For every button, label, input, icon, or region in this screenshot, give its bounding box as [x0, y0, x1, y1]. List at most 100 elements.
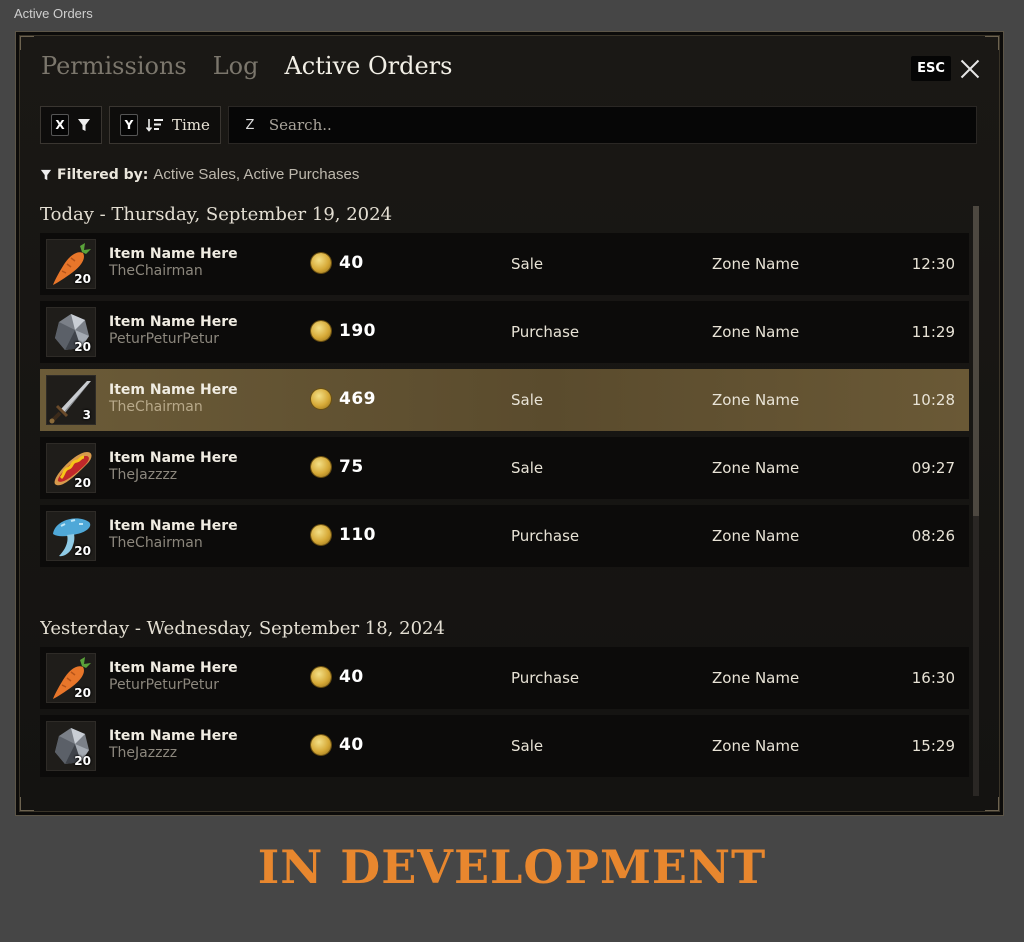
tab-bar: Permissions Log Active Orders	[41, 52, 452, 80]
sort-label: Time	[172, 116, 210, 134]
filter-key-hint: X	[51, 114, 69, 136]
order-time: 11:29	[911, 323, 955, 341]
seller-name: TheChairman	[109, 399, 203, 415]
esc-key-hint: ESC	[911, 56, 951, 81]
order-type: Purchase	[511, 527, 580, 545]
filter-icon	[78, 119, 90, 131]
zone-name: Zone Name	[712, 527, 800, 545]
zone-name: Zone Name	[712, 391, 800, 409]
item-thumbnail: 20	[46, 721, 96, 771]
orders-list: Today - Thursday, September 19, 2024 20 …	[40, 197, 969, 797]
zone-name: Zone Name	[712, 255, 800, 273]
order-type: Purchase	[511, 669, 580, 687]
tab-log[interactable]: Log	[213, 52, 259, 80]
sort-icon	[146, 119, 163, 132]
search-input[interactable]	[268, 116, 964, 134]
zone-name: Zone Name	[712, 459, 800, 477]
item-info: Item Name Here TheChairman	[109, 381, 238, 416]
order-row[interactable]: 20 Item Name Here PeturPeturPetur 40 Pur…	[40, 647, 969, 709]
item-thumbnail: 20	[46, 307, 96, 357]
item-thumbnail: 20	[46, 239, 96, 289]
price: 40	[311, 253, 364, 273]
item-name: Item Name Here	[109, 314, 238, 330]
item-thumbnail: 20	[46, 511, 96, 561]
active-orders-panel: Permissions Log Active Orders ESC X Y Ti…	[15, 31, 1004, 816]
seller-name: TheJazzzz	[109, 745, 178, 761]
price: 40	[311, 667, 364, 687]
order-row[interactable]: 20 Item Name Here TheJazzzz 40 Sale Zone…	[40, 715, 969, 777]
order-time: 16:30	[911, 669, 955, 687]
gold-coin-icon	[311, 525, 331, 545]
item-quantity: 20	[74, 754, 91, 768]
order-row[interactable]: 20 Item Name Here PeturPeturPetur 190 Pu…	[40, 301, 969, 363]
item-info: Item Name Here TheJazzzz	[109, 727, 238, 762]
price-value: 110	[339, 525, 376, 545]
sort-button[interactable]: Y Time	[109, 106, 221, 144]
search-box: Z	[227, 106, 977, 144]
item-thumbnail: 3	[46, 375, 96, 425]
zone-name: Zone Name	[712, 737, 800, 755]
item-name: Item Name Here	[109, 518, 238, 534]
price-value: 40	[339, 735, 364, 755]
item-name: Item Name Here	[109, 450, 238, 466]
gold-coin-icon	[311, 735, 331, 755]
seller-name: PeturPeturPetur	[109, 331, 220, 347]
item-quantity: 3	[82, 408, 91, 422]
tab-active-orders[interactable]: Active Orders	[284, 52, 452, 80]
gold-coin-icon	[311, 667, 331, 687]
search-key-hint: Z	[245, 117, 255, 133]
item-name: Item Name Here	[109, 728, 238, 744]
item-info: Item Name Here TheChairman	[109, 517, 238, 552]
price-value: 75	[339, 457, 364, 477]
filter-summary-label: Filtered by:	[57, 166, 149, 183]
price: 40	[311, 735, 364, 755]
order-type: Sale	[511, 391, 544, 409]
gold-coin-icon	[311, 389, 331, 409]
corner-ornament	[985, 36, 999, 50]
order-type: Sale	[511, 737, 544, 755]
order-time: 12:30	[911, 255, 955, 273]
order-row[interactable]: 3 Item Name Here TheChairman 469 Sale Zo…	[40, 369, 969, 431]
order-row[interactable]: 20 Item Name Here TheChairman 110 Purcha…	[40, 505, 969, 567]
gold-coin-icon	[311, 321, 331, 341]
item-name: Item Name Here	[109, 246, 238, 262]
order-type: Purchase	[511, 323, 580, 341]
tab-permissions[interactable]: Permissions	[41, 52, 187, 80]
order-time: 09:27	[911, 459, 955, 477]
order-time: 08:26	[911, 527, 955, 545]
item-quantity: 20	[74, 686, 91, 700]
item-info: Item Name Here TheJazzzz	[109, 449, 238, 484]
scrollbar[interactable]	[973, 206, 979, 796]
price: 75	[311, 457, 364, 477]
item-name: Item Name Here	[109, 382, 238, 398]
order-row[interactable]: 20 Item Name Here TheJazzzz 75 Sale Zone…	[40, 437, 969, 499]
seller-name: PeturPeturPetur	[109, 677, 220, 693]
filter-icon	[40, 169, 52, 180]
item-info: Item Name Here PeturPeturPetur	[109, 659, 238, 694]
day-header: Yesterday - Wednesday, September 18, 202…	[40, 618, 445, 639]
day-header: Today - Thursday, September 19, 2024	[40, 204, 393, 225]
price: 469	[311, 389, 376, 409]
price: 110	[311, 525, 376, 545]
item-thumbnail: 20	[46, 443, 96, 493]
filter-summary: Filtered by: Active Sales, Active Purcha…	[40, 166, 359, 183]
item-info: Item Name Here PeturPeturPetur	[109, 313, 238, 348]
order-row[interactable]: 20 Item Name Here TheChairman 40 Sale Zo…	[40, 233, 969, 295]
order-time: 15:29	[911, 737, 955, 755]
in-development-banner: IN DEVELOPMENT	[257, 840, 767, 894]
toolbar: X Y Time Z	[40, 106, 977, 144]
gold-coin-icon	[311, 253, 331, 273]
item-thumbnail: 20	[46, 653, 96, 703]
filter-button[interactable]: X	[40, 106, 102, 144]
order-time: 10:28	[911, 391, 955, 409]
seller-name: TheChairman	[109, 535, 203, 551]
close-icon[interactable]	[959, 58, 981, 80]
close-control: ESC	[911, 56, 981, 81]
seller-name: TheChairman	[109, 263, 203, 279]
sort-key-hint: Y	[120, 114, 138, 136]
item-quantity: 20	[74, 272, 91, 286]
scrollbar-thumb[interactable]	[973, 206, 979, 516]
order-type: Sale	[511, 255, 544, 273]
item-name: Item Name Here	[109, 660, 238, 676]
